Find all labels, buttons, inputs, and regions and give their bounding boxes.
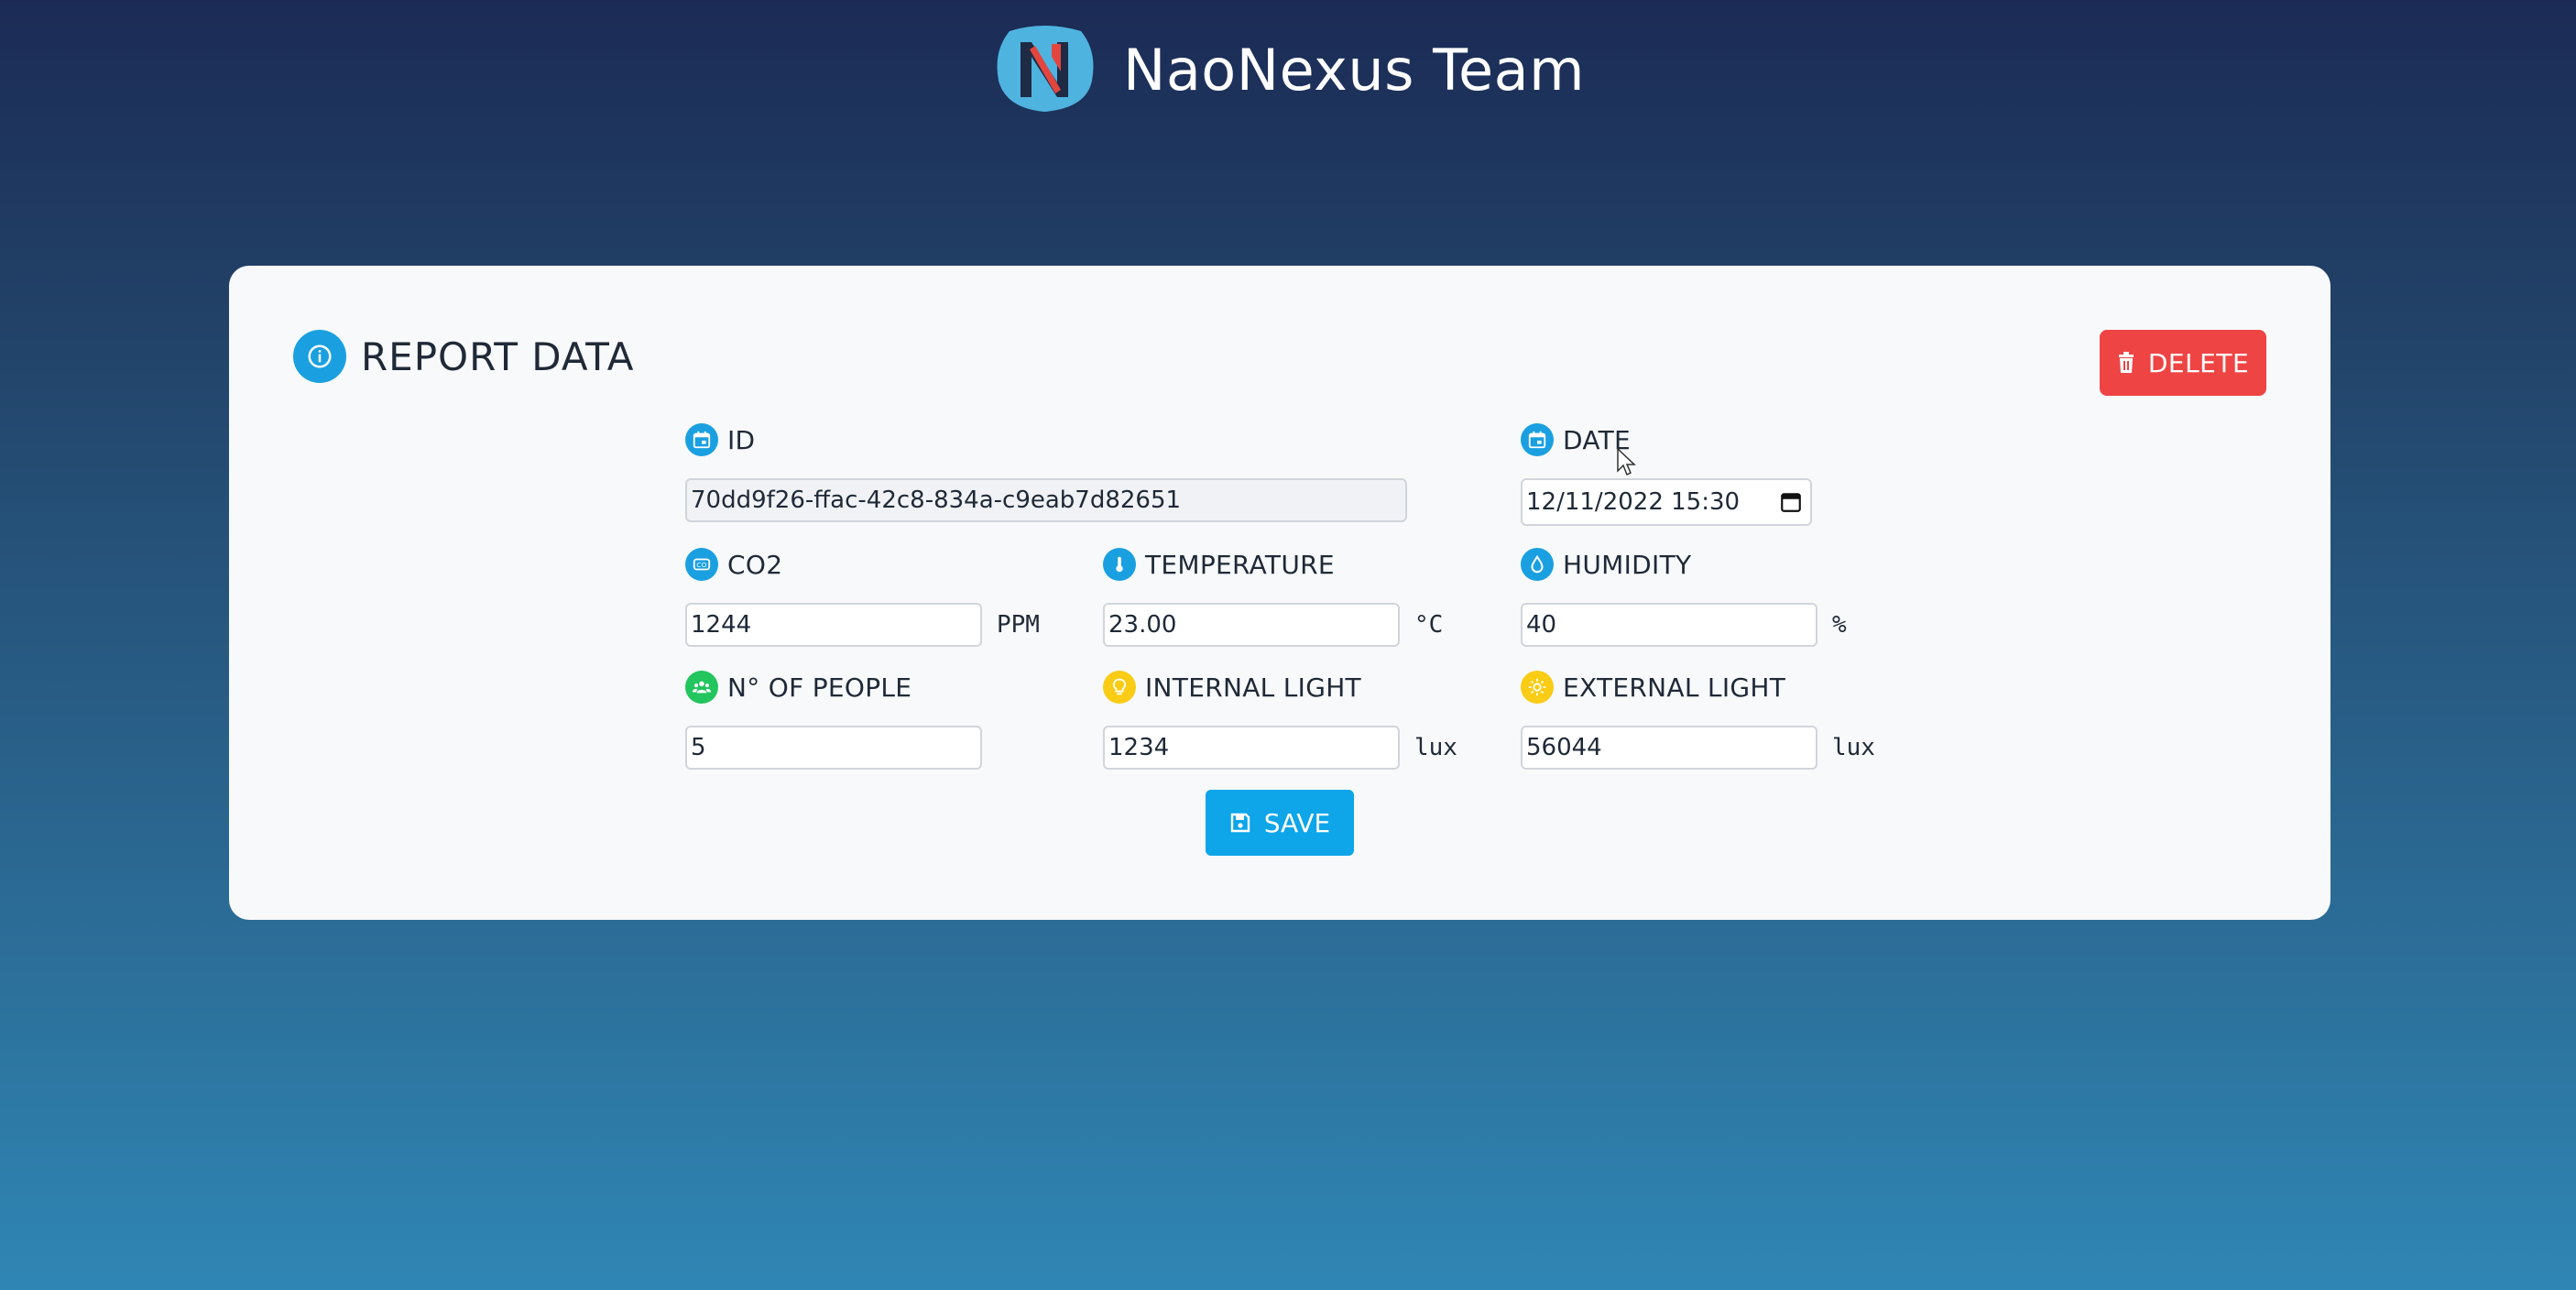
brand-name: NaoNexus Team	[1122, 36, 1586, 104]
svg-text:CO: CO	[696, 561, 706, 569]
naonexus-logo	[991, 24, 1097, 115]
report-card: REPORT DATA DELETE ID DATE 12/11/2022 15…	[229, 266, 2330, 920]
droplet-icon	[1521, 548, 1554, 581]
humidity-field: HUMIDITY %	[1521, 546, 1847, 647]
save-button[interactable]: SAVE	[1206, 790, 1354, 856]
internal-light-field: INTERNAL LIGHT lux	[1103, 669, 1457, 770]
calendar-icon	[685, 423, 718, 456]
humidity-unit: %	[1832, 611, 1847, 639]
humidity-input[interactable]	[1521, 603, 1817, 647]
mouse-cursor-icon	[1617, 447, 1636, 476]
people-field: N° OF PEOPLE	[685, 669, 982, 770]
internal-light-unit: lux	[1414, 734, 1457, 761]
external-light-label: EXTERNAL LIGHT	[1563, 672, 1786, 703]
id-field: ID	[685, 421, 1407, 522]
sun-icon	[1521, 671, 1554, 704]
delete-label: DELETE	[2147, 347, 2250, 378]
id-label: ID	[727, 424, 756, 455]
people-icon	[685, 671, 718, 704]
date-input[interactable]: 12/11/2022 15:30	[1521, 478, 1812, 526]
humidity-label: HUMIDITY	[1563, 549, 1692, 580]
co2-field: CO CO2 PPM	[685, 546, 1040, 647]
co2-label: CO2	[727, 549, 783, 580]
info-icon	[293, 330, 346, 383]
lightbulb-icon	[1103, 671, 1136, 704]
floppy-disk-icon	[1230, 813, 1250, 833]
id-input[interactable]	[685, 478, 1407, 522]
internal-light-label: INTERNAL LIGHT	[1145, 672, 1361, 703]
save-label: SAVE	[1263, 807, 1331, 838]
temperature-unit: °C	[1414, 611, 1444, 639]
internal-light-input[interactable]	[1103, 726, 1400, 770]
external-light-unit: lux	[1832, 734, 1875, 761]
date-value: 12/11/2022 15:30	[1526, 488, 1741, 516]
people-label: N° OF PEOPLE	[727, 672, 912, 703]
date-field: DATE 12/11/2022 15:30	[1521, 421, 1812, 526]
external-light-field: EXTERNAL LIGHT lux	[1521, 669, 1875, 770]
trash-icon	[2118, 352, 2134, 373]
card-title: REPORT DATA	[293, 330, 634, 383]
calendar-picker-icon[interactable]	[1779, 490, 1803, 514]
thermometer-icon	[1103, 548, 1136, 581]
temperature-field: TEMPERATURE °C	[1103, 546, 1443, 647]
temperature-input[interactable]	[1103, 603, 1400, 647]
external-light-input[interactable]	[1521, 726, 1817, 770]
delete-button[interactable]: DELETE	[2100, 330, 2266, 396]
temperature-label: TEMPERATURE	[1145, 549, 1335, 580]
co2-icon: CO	[685, 548, 718, 581]
co2-input[interactable]	[685, 603, 982, 647]
app-header: NaoNexus Team	[0, 24, 2576, 115]
co2-unit: PPM	[997, 611, 1040, 639]
page-title: REPORT DATA	[361, 333, 635, 379]
people-input[interactable]	[685, 726, 982, 770]
calendar-icon	[1521, 423, 1554, 456]
